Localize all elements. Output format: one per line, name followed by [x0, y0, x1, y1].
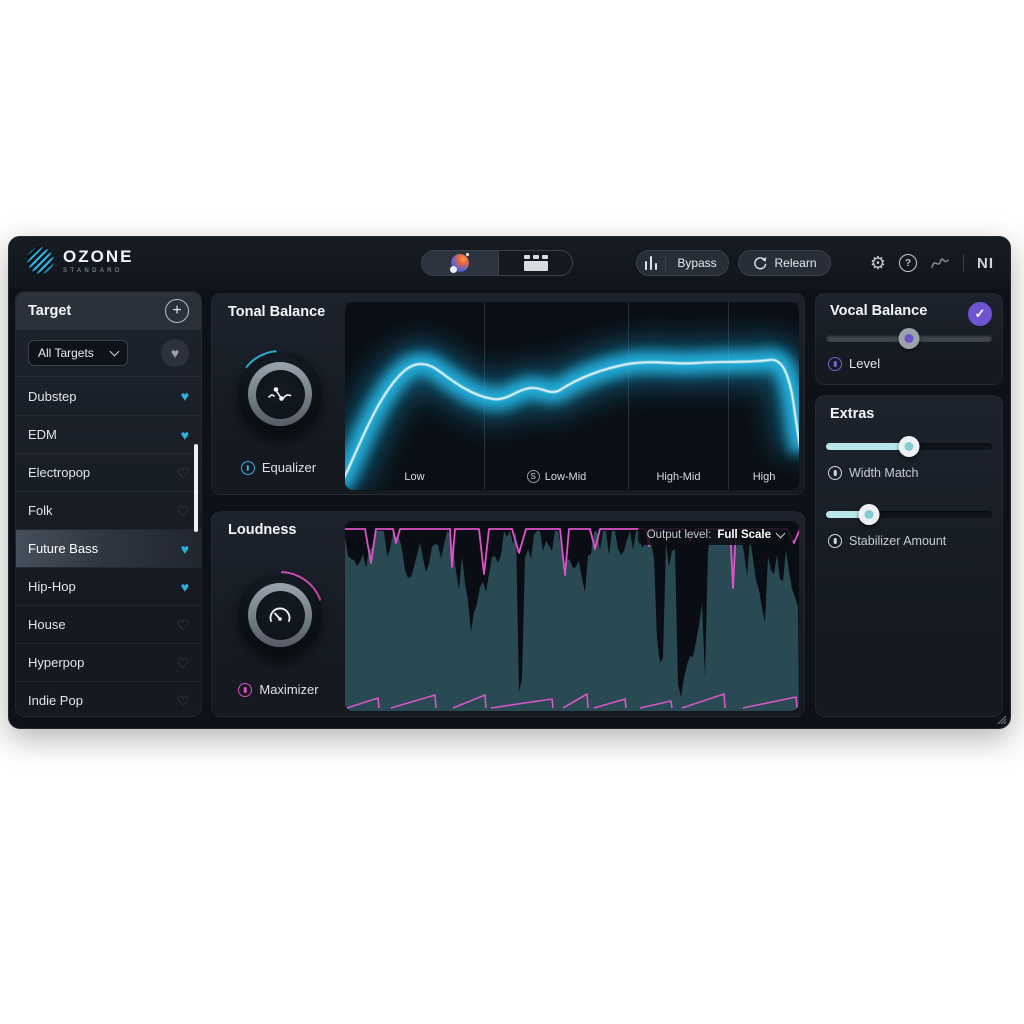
sidebar-scrollbar[interactable]	[194, 444, 198, 532]
app-name: OZONE	[63, 248, 133, 265]
tonal-balance-panel: Tonal Balance Equalizer LowSLow-MidHigh-…	[211, 293, 805, 495]
target-label: Folk	[28, 503, 53, 518]
target-label: House	[28, 617, 66, 632]
vocal-level-label: Level	[849, 356, 880, 371]
favorite-heart-icon[interactable]: ♥	[181, 580, 189, 594]
vocal-level-handle[interactable]	[899, 328, 920, 349]
target-label: EDM	[28, 427, 57, 442]
bypass-button[interactable]: Bypass	[636, 250, 729, 276]
loudness-display: Output level: Full Scale	[345, 521, 799, 711]
target-filter-dropdown[interactable]: All Targets	[28, 340, 128, 366]
target-sidebar: Target + All Targets ♥ Dubstep ♥ EDM ♥ Elect…	[15, 291, 202, 717]
extras-panel: Extras Width Match Stabilizer Amount	[815, 395, 1003, 717]
output-level-dropdown[interactable]: Output level: Full Scale	[638, 525, 793, 545]
add-target-button[interactable]: +	[165, 299, 189, 323]
extras-slider-label: Stabilizer Amount	[849, 534, 946, 548]
output-level-label: Output level:	[647, 529, 712, 541]
view-toggle	[421, 250, 573, 276]
favorite-heart-icon[interactable]: ♡	[176, 466, 189, 480]
signature-icon[interactable]	[930, 254, 950, 272]
vocal-level-slider[interactable]	[826, 328, 992, 349]
extras-slider[interactable]	[826, 436, 992, 457]
maximizer-power-toggle[interactable]	[238, 683, 252, 697]
sidebar-filter-row: All Targets ♥	[16, 330, 201, 377]
loudness-knob[interactable]	[234, 569, 326, 661]
help-icon[interactable]: ?	[899, 254, 917, 272]
slider-handle[interactable]	[899, 436, 920, 457]
sidebar-title: Target	[28, 303, 71, 319]
target-list-item[interactable]: Electropop ♡	[16, 453, 201, 491]
favorite-heart-icon[interactable]: ♡	[176, 504, 189, 518]
target-list-item[interactable]: House ♡	[16, 605, 201, 643]
target-label: Indie Pop	[28, 693, 83, 708]
relearn-label: Relearn	[774, 256, 816, 270]
extras-slider[interactable]	[826, 504, 992, 525]
app-edition: STANDARD	[63, 268, 133, 274]
sidebar-header: Target +	[16, 292, 201, 330]
vocal-balance-panel: Vocal Balance ✓ Level	[815, 293, 1003, 385]
chevron-down-icon	[776, 529, 786, 539]
top-bar: OZONE STANDARD Bypass	[9, 237, 1010, 289]
loudness-title: Loudness	[228, 522, 296, 538]
favorite-heart-icon[interactable]: ♡	[176, 618, 189, 632]
equalizer-label: Equalizer	[262, 460, 316, 475]
ozone-logo-icon	[27, 247, 54, 274]
extras-power-toggle[interactable]	[828, 534, 842, 548]
chevron-down-icon	[110, 347, 120, 357]
loudness-panel: Loudness Maximizer Output level: Full Sc…	[211, 511, 805, 717]
meter-bars-icon	[637, 256, 665, 270]
favorites-filter-button[interactable]: ♥	[161, 339, 189, 367]
favorite-heart-icon[interactable]: ♥	[181, 428, 189, 442]
target-label: Dubstep	[28, 389, 76, 404]
gauge-icon	[266, 603, 294, 627]
equalizer-curve-icon	[267, 384, 293, 404]
equalizer-power-toggle[interactable]	[241, 461, 255, 475]
target-label: Hip-Hop	[28, 579, 76, 594]
ozone-plugin-window: OZONE STANDARD Bypass	[8, 236, 1011, 729]
favorite-heart-icon[interactable]: ♡	[176, 656, 189, 670]
target-label: Hyperpop	[28, 655, 84, 670]
target-list-item[interactable]: Hyperpop ♡	[16, 643, 201, 681]
vocal-balance-enabled-check[interactable]: ✓	[968, 302, 992, 326]
target-list-item[interactable]: EDM ♥	[16, 415, 201, 453]
tonal-balance-knob[interactable]	[234, 348, 326, 440]
detailed-view-icon	[524, 255, 548, 271]
favorite-heart-icon[interactable]: ♥	[181, 389, 189, 403]
gear-icon[interactable]: ⚙	[870, 254, 886, 272]
target-label: Electropop	[28, 465, 90, 480]
target-list-item[interactable]: Dubstep ♥	[16, 377, 201, 415]
resize-grip[interactable]	[995, 713, 1007, 725]
maximizer-label: Maximizer	[259, 682, 318, 697]
heart-icon: ♥	[171, 346, 179, 360]
target-label: Future Bass	[28, 541, 98, 556]
ni-logo: NI	[977, 255, 994, 272]
slider-handle[interactable]	[859, 504, 880, 525]
ai-sphere-icon	[451, 254, 469, 272]
assistant-view-tab[interactable]	[422, 251, 498, 275]
topbar-divider	[963, 254, 964, 272]
extras-power-toggle[interactable]	[828, 466, 842, 480]
tonal-balance-display: LowSLow-MidHigh-MidHigh	[345, 302, 799, 490]
refresh-icon	[752, 255, 768, 271]
output-level-value: Full Scale	[717, 529, 771, 541]
target-list: Dubstep ♥ EDM ♥ Electropop ♡ Folk ♡ Future Bass ♥…	[16, 377, 201, 717]
extras-slider-label: Width Match	[849, 466, 918, 480]
bypass-label: Bypass	[677, 256, 716, 270]
target-list-item[interactable]: Future Bass ♥	[16, 529, 201, 567]
detailed-view-tab[interactable]	[499, 251, 572, 275]
tonal-balance-title: Tonal Balance	[228, 304, 325, 320]
relearn-button[interactable]: Relearn	[738, 250, 831, 276]
favorite-heart-icon[interactable]: ♡	[176, 694, 189, 708]
target-list-item[interactable]: Indie Pop ♡	[16, 681, 201, 717]
app-logo: OZONE STANDARD	[27, 247, 133, 274]
vocal-level-power-toggle[interactable]	[828, 357, 842, 371]
target-list-item[interactable]: Hip-Hop ♥	[16, 567, 201, 605]
extras-title: Extras	[830, 406, 874, 422]
vocal-balance-title: Vocal Balance	[830, 303, 927, 319]
target-list-item[interactable]: Folk ♡	[16, 491, 201, 529]
favorite-heart-icon[interactable]: ♥	[181, 542, 189, 556]
filter-value: All Targets	[38, 346, 94, 360]
